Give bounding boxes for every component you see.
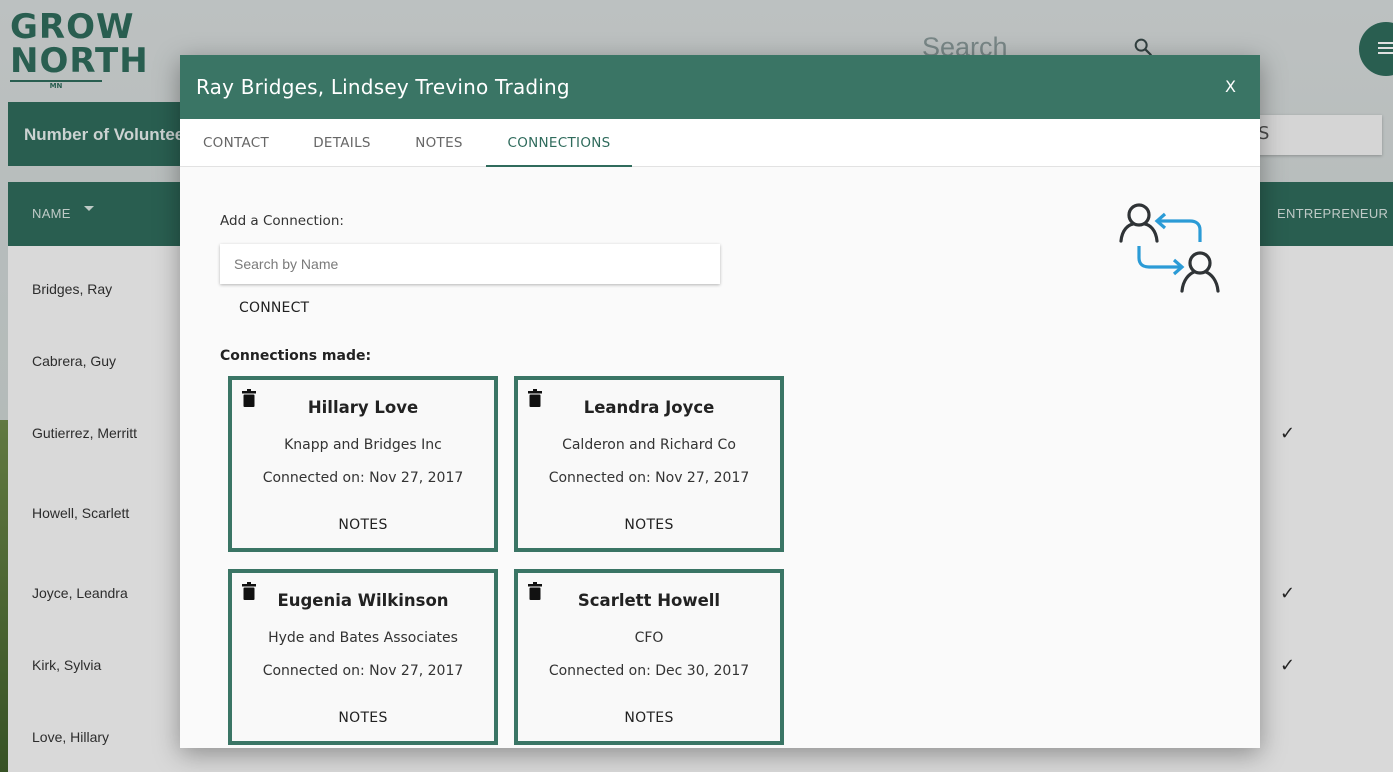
add-connection-label: Add a Connection: — [220, 213, 344, 229]
connect-button[interactable]: CONNECT — [230, 294, 318, 322]
modal-title: Ray Bridges, Lindsey Trevino Trading — [196, 75, 570, 99]
connection-card: Hillary Love Knapp and Bridges Inc Conne… — [228, 376, 498, 552]
tab-connections[interactable]: CONNECTIONS — [486, 119, 632, 167]
tab-contact[interactable]: CONTACT — [180, 119, 292, 167]
connection-card: Leandra Joyce Calderon and Richard Co Co… — [514, 376, 784, 552]
search-by-name-field[interactable] — [220, 244, 720, 284]
notes-button[interactable]: NOTES — [232, 710, 494, 726]
tab-details[interactable]: DETAILS — [292, 119, 392, 167]
connection-organization: Hyde and Bates Associates — [268, 630, 458, 646]
tab-notes[interactable]: NOTES — [392, 119, 486, 167]
connection-card: Scarlett Howell CFO Connected on: Dec 30… — [514, 569, 784, 745]
close-button[interactable]: X — [1225, 77, 1236, 96]
connection-name: Leandra Joyce — [583, 398, 715, 417]
notes-button[interactable]: NOTES — [232, 517, 494, 533]
connection-organization: CFO — [634, 630, 664, 646]
connections-icon — [1119, 203, 1220, 293]
tab-bar: CONTACT DETAILS NOTES CONNECTIONS — [180, 119, 1260, 167]
connection-date: Connected on: Nov 27, 2017 — [262, 470, 464, 486]
connection-name: Hillary Love — [307, 398, 419, 417]
search-by-name-input[interactable] — [220, 244, 720, 284]
connection-date: Connected on: Dec 30, 2017 — [548, 663, 750, 679]
connection-organization: Knapp and Bridges Inc — [284, 437, 442, 453]
contact-modal: Ray Bridges, Lindsey Trevino Trading X C… — [180, 55, 1260, 748]
connection-date: Connected on: Nov 27, 2017 — [262, 663, 464, 679]
connection-date: Connected on: Nov 27, 2017 — [548, 470, 750, 486]
modal-header: Ray Bridges, Lindsey Trevino Trading X — [180, 55, 1260, 119]
notes-button[interactable]: NOTES — [518, 517, 780, 533]
connection-name: Eugenia Wilkinson — [277, 591, 449, 610]
connection-organization: Calderon and Richard Co — [562, 437, 736, 453]
connection-card: Eugenia Wilkinson Hyde and Bates Associa… — [228, 569, 498, 745]
connection-name: Scarlett Howell — [577, 591, 721, 610]
connections-made-label: Connections made: — [220, 348, 372, 364]
notes-button[interactable]: NOTES — [518, 710, 780, 726]
